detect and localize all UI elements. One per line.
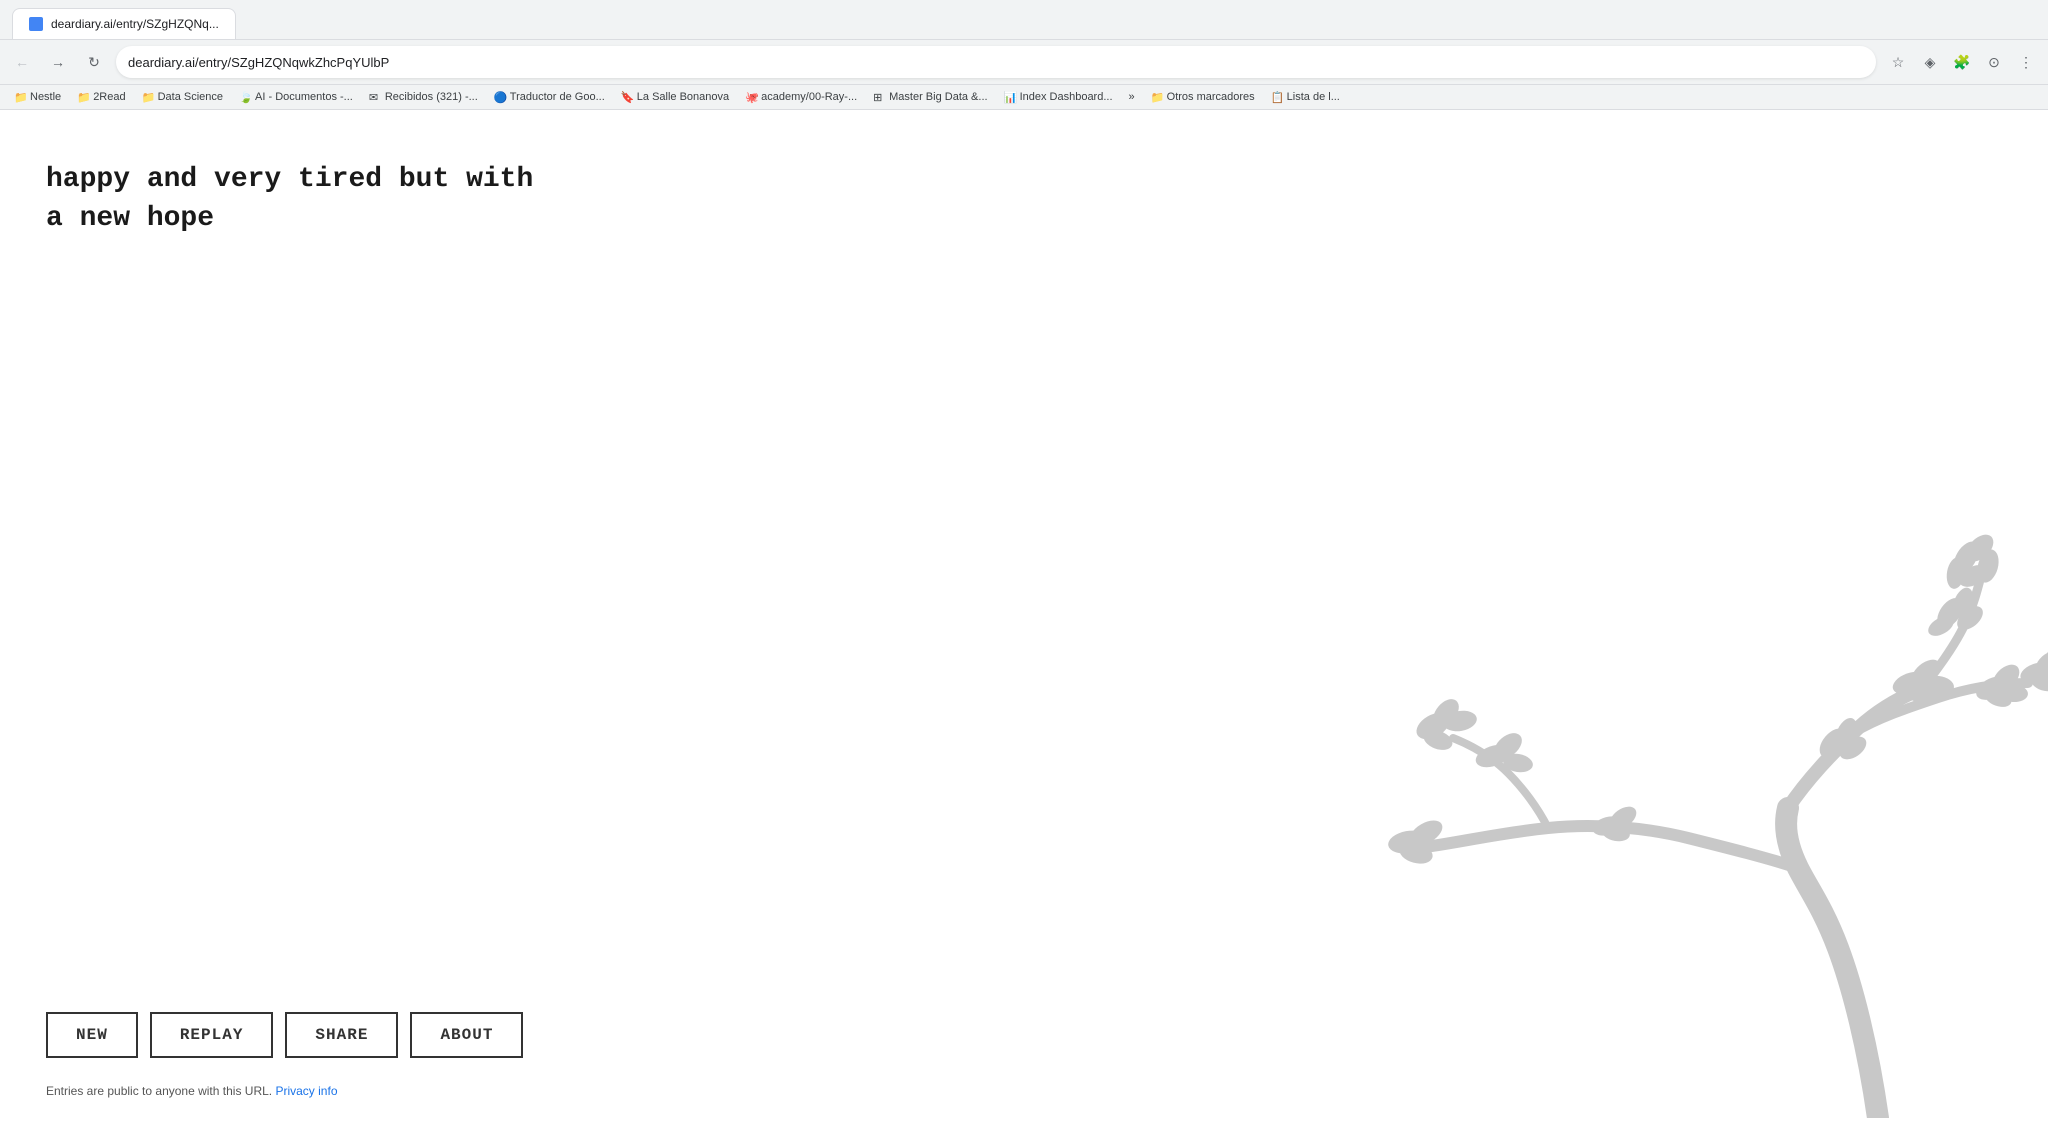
bookmark-lista[interactable]: 📋 Lista de l... <box>1265 89 1346 105</box>
footer-text: Entries are public to anyone with this U… <box>46 1084 338 1098</box>
privacy-info-link[interactable]: Privacy info <box>275 1084 337 1098</box>
back-button[interactable]: ← <box>8 48 36 76</box>
bookmark-translate-label: Traductor de Goo... <box>510 91 605 103</box>
folder-icon: 📁 <box>14 91 26 103</box>
marionette-button[interactable]: ◈ <box>1916 48 1944 76</box>
bookmark-otros-label: Otros marcadores <box>1167 91 1255 103</box>
bookmark-lista-label: Lista de l... <box>1287 91 1340 103</box>
menu-button[interactable]: ⋮ <box>2012 48 2040 76</box>
bookmarks-bar: 📁 Nestle 📁 2Read 📁 Data Science 🍃 AI - D… <box>0 85 2048 110</box>
share-button[interactable]: SHARE <box>285 1012 398 1058</box>
reload-button[interactable]: ↻ <box>80 48 108 76</box>
bookmark-datascience-label: Data Science <box>158 91 223 103</box>
ai-icon: 🍃 <box>239 91 251 103</box>
about-button[interactable]: about <box>410 1012 523 1058</box>
bookmark-nestle-label: Nestle <box>30 91 61 103</box>
translate-icon: 🔵 <box>494 91 506 103</box>
folder-icon: 📁 <box>77 91 89 103</box>
active-tab[interactable]: deardiary.ai/entry/SZgHZQNq... <box>12 8 236 39</box>
github-icon: 🐙 <box>745 91 757 103</box>
browser-controls: ← → ↻ ☆ ◈ 🧩 ⊙ ⋮ <box>0 40 2048 85</box>
browser-actions: ☆ ◈ 🧩 ⊙ ⋮ <box>1884 48 2040 76</box>
bookmark-ai[interactable]: 🍃 AI - Documentos -... <box>233 89 359 105</box>
bookmark-otros[interactable]: 📁 Otros marcadores <box>1145 89 1261 105</box>
bookmark-2read[interactable]: 📁 2Read <box>71 89 131 105</box>
bookmark-lasalle-label: La Salle Bonanova <box>637 91 729 103</box>
bookmark-ai-label: AI - Documentos -... <box>255 91 353 103</box>
list-icon: 📋 <box>1271 91 1283 103</box>
page-content: happy and very tired but with a new hope <box>0 110 2048 1118</box>
address-bar[interactable] <box>116 46 1876 78</box>
bookmark-more[interactable]: » <box>1123 89 1141 105</box>
new-button[interactable]: NEW <box>46 1012 138 1058</box>
browser-chrome: deardiary.ai/entry/SZgHZQNq... <box>0 0 2048 40</box>
tree-decoration <box>1298 468 2048 1118</box>
bookmark-github-label: academy/00-Ray-... <box>761 91 857 103</box>
bookmark-index[interactable]: 📊 Index Dashboard... <box>998 89 1119 105</box>
folder-icon: 📁 <box>1151 91 1163 103</box>
profile-button[interactable]: ⊙ <box>1980 48 2008 76</box>
bookmark-gmail[interactable]: ✉ Recibidos (321) -... <box>363 89 484 105</box>
more-label: » <box>1129 91 1135 103</box>
bookmark-lasalle[interactable]: 🔖 La Salle Bonanova <box>615 89 735 105</box>
diary-line-2: a new hope <box>46 199 533 238</box>
bookmark-nestle[interactable]: 📁 Nestle <box>8 89 67 105</box>
tab-title: deardiary.ai/entry/SZgHZQNq... <box>51 17 219 31</box>
diary-line-1: happy and very tired but with <box>46 160 533 199</box>
bookmark-masterbd[interactable]: ⊞ Master Big Data &... <box>867 89 993 105</box>
tab-favicon <box>29 17 43 31</box>
forward-button[interactable]: → <box>44 48 72 76</box>
bookmark-star-button[interactable]: ☆ <box>1884 48 1912 76</box>
bookmark-datascience[interactable]: 📁 Data Science <box>136 89 229 105</box>
folder-icon: 📁 <box>142 91 154 103</box>
windows-icon: ⊞ <box>873 91 885 103</box>
chart-icon: 📊 <box>1004 91 1016 103</box>
bookmark-index-label: Index Dashboard... <box>1020 91 1113 103</box>
bookmark-masterbd-label: Master Big Data &... <box>889 91 987 103</box>
browser-tabs: deardiary.ai/entry/SZgHZQNq... <box>12 8 2036 39</box>
extensions-button[interactable]: 🧩 <box>1948 48 1976 76</box>
bookmark-translate[interactable]: 🔵 Traductor de Goo... <box>488 89 611 105</box>
gmail-icon: ✉ <box>369 91 381 103</box>
bookmark-gmail-label: Recibidos (321) -... <box>385 91 478 103</box>
bookmark-icon: 🔖 <box>621 91 633 103</box>
replay-button[interactable]: REPLAY <box>150 1012 274 1058</box>
bottom-bar: NEW REPLAY SHARE about <box>46 1012 523 1058</box>
diary-entry-text: happy and very tired but with a new hope <box>46 160 533 238</box>
bookmark-2read-label: 2Read <box>93 91 125 103</box>
bookmark-github[interactable]: 🐙 academy/00-Ray-... <box>739 89 863 105</box>
footer-description: Entries are public to anyone with this U… <box>46 1084 272 1098</box>
